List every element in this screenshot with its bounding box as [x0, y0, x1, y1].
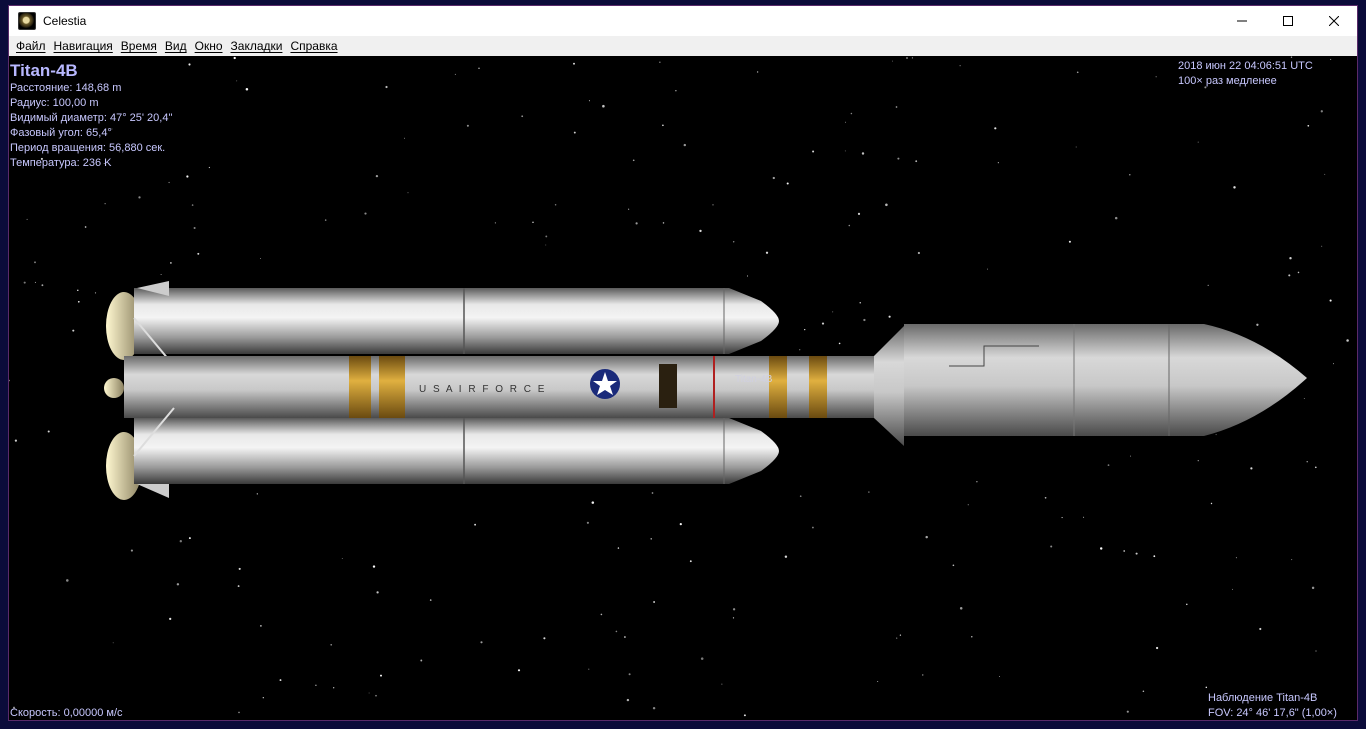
menu-time[interactable]: Время: [121, 39, 157, 53]
payload-fairing: [904, 324, 1307, 436]
window-controls: [1219, 6, 1357, 36]
menu-view[interactable]: Вид: [165, 39, 187, 53]
object-name: Titan-4B: [10, 61, 78, 80]
object-info-panel: Titan-4B Расстояние: 148,68 m Радиус: 10…: [10, 61, 172, 171]
menu-bar: Файл Навигация Время Вид Окно Закладки С…: [9, 36, 1357, 56]
titan-rocket-model[interactable]: U S A I R F O R C E: [9, 56, 1357, 721]
time-rate-text: 100× раз медленее: [1178, 75, 1277, 87]
rotation-period-text: Период вращения: 56,880 сек.: [10, 142, 166, 154]
distance-text: Расстояние: 148,68 m: [10, 82, 122, 94]
apparent-diameter-text: Видимый диаметр: 47° 25' 20,4": [10, 112, 173, 124]
minimize-button[interactable]: [1219, 6, 1265, 36]
object-label: Titan-4B: [735, 374, 773, 385]
datetime-text: 2018 июн 22 04:06:51 UTC: [1178, 60, 1313, 72]
fov-text: FOV: 24° 46' 17,6" (1,00×): [1208, 707, 1337, 719]
minimize-icon: [1237, 20, 1247, 22]
menu-navigation[interactable]: Навигация: [54, 39, 113, 53]
tracking-text: Наблюдение Titan-4B: [1208, 692, 1318, 704]
time-panel: 2018 июн 22 04:06:51 UTC 100× раз медлен…: [1178, 59, 1313, 89]
radius-text: Радиус: 100,00 m: [10, 97, 99, 109]
space-viewport[interactable]: U S A I R F O R C E Titan-4B Titan-4B Ра…: [9, 56, 1357, 721]
menu-bookmarks[interactable]: Закладки: [231, 39, 283, 53]
menu-file[interactable]: Файл: [16, 39, 46, 53]
usaf-band-text: U S A I R F O R C E: [419, 384, 546, 395]
phase-angle-text: Фазовый угол: 65,4°: [10, 127, 112, 139]
title-bar: Celestia: [9, 6, 1357, 36]
lower-booster: [106, 407, 779, 500]
celestia-window: Celestia Файл Навигация Время Вид Окно З…: [8, 5, 1358, 721]
menu-help[interactable]: Справка: [290, 39, 337, 53]
menu-window[interactable]: Окно: [195, 39, 223, 53]
speed-text: Скорость: 0,00000 м/с: [10, 707, 123, 719]
close-icon: [1329, 16, 1339, 26]
view-status-panel: Наблюдение Titan-4B FOV: 24° 46' 17,6" (…: [1208, 691, 1337, 720]
temperature-text: Температура: 236 K: [10, 157, 112, 169]
maximize-icon: [1283, 16, 1293, 26]
celestia-app-icon: [18, 12, 36, 30]
close-button[interactable]: [1311, 6, 1357, 36]
maximize-button[interactable]: [1265, 6, 1311, 36]
upper-booster: [106, 281, 779, 367]
window-title: Celestia: [43, 14, 87, 28]
